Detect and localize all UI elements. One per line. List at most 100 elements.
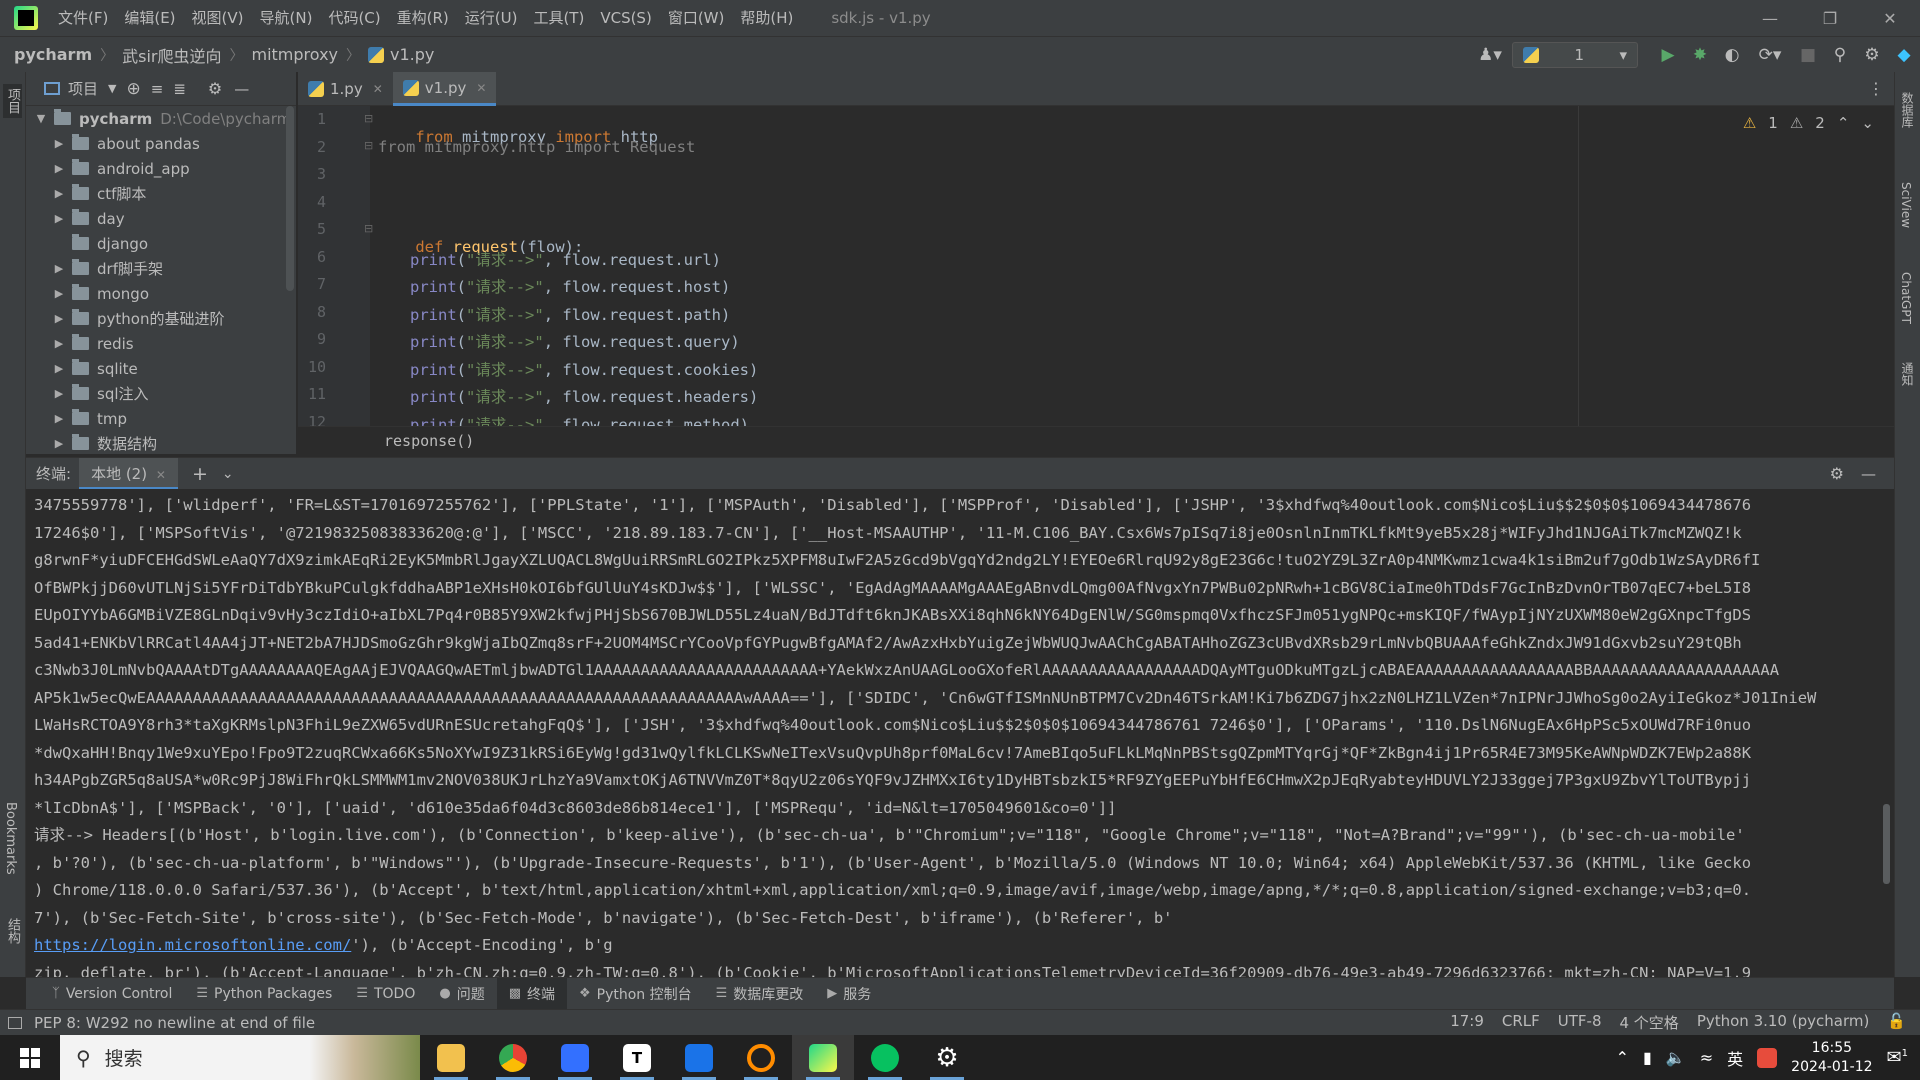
chevron-right-icon[interactable]: ▶ [52, 137, 66, 150]
structure-tool-button[interactable]: 结构 [3, 918, 22, 944]
start-button[interactable] [0, 1035, 60, 1080]
close-icon[interactable]: ✕ [156, 468, 166, 482]
menu-refactor[interactable]: 重构(R) [389, 0, 457, 36]
fold-icon[interactable]: ⊟ [364, 222, 373, 235]
tree-folder[interactable]: ▶ drf脚手架 [26, 256, 296, 281]
chevron-right-icon[interactable]: ▶ [52, 262, 66, 275]
search-icon[interactable]: ⚲ [1824, 37, 1856, 73]
services-button[interactable]: ▶ 服务 [815, 978, 883, 1010]
toolbox-icon[interactable]: ◆ [1888, 37, 1920, 73]
breadcrumb-file[interactable]: v1.py [390, 45, 434, 64]
tree-folder[interactable]: ▶ mongo [26, 281, 296, 306]
breadcrumb-subfolder[interactable]: mitmproxy [252, 45, 339, 64]
chevron-right-icon[interactable]: ▶ [52, 287, 66, 300]
tree-folder[interactable]: ▶ day [26, 206, 296, 231]
locate-icon[interactable]: ⊕ [126, 79, 140, 99]
chevron-up-icon[interactable]: ⌃ [1837, 114, 1850, 132]
bookmarks-tool-button[interactable]: Bookmarks [3, 802, 18, 875]
add-terminal-icon[interactable]: + [192, 463, 208, 485]
python-packages-button[interactable]: ☰ Python Packages [184, 978, 344, 1010]
terminal-output[interactable]: 3475559778'], ['wlidperf', 'FR=L&ST=1701… [26, 489, 1894, 977]
coverage-icon[interactable]: ◐ [1716, 37, 1748, 73]
chevron-up-icon[interactable]: ⌃ [1616, 1048, 1629, 1067]
menu-navigate[interactable]: 导航(N) [252, 0, 321, 36]
breadcrumb-function[interactable]: response() [384, 432, 474, 450]
chevron-right-icon[interactable]: ▶ [52, 212, 66, 225]
gear-icon[interactable]: ⚙ [1856, 37, 1888, 73]
taskbar-mail[interactable] [668, 1035, 730, 1080]
line-separator[interactable]: CRLF [1502, 1012, 1540, 1033]
gear-icon[interactable]: ⚙ [208, 79, 222, 98]
debug-icon[interactable]: ✸ [1684, 37, 1716, 73]
project-tool-button[interactable]: 项目 [3, 84, 22, 118]
taskbar-search[interactable]: ⚲ 搜索 [60, 1035, 420, 1080]
profile-icon[interactable]: ⟳▾ [1748, 37, 1792, 73]
breadcrumb-project[interactable]: pycharm [14, 45, 92, 64]
menu-vcs[interactable]: VCS(S) [592, 0, 659, 36]
restore-icon[interactable]: ❐ [1800, 0, 1860, 36]
chevron-right-icon[interactable]: ▶ [52, 337, 66, 350]
chevron-right-icon[interactable]: ▶ [52, 412, 66, 425]
wifi-icon[interactable]: ≈ [1700, 1048, 1713, 1067]
close-icon[interactable]: ✕ [1860, 0, 1920, 36]
volume-icon[interactable]: 🔈 [1666, 1048, 1686, 1067]
chevron-right-icon[interactable]: ▶ [52, 162, 66, 175]
chevron-down-icon[interactable]: ⌄ [1861, 114, 1874, 132]
terminal-scrollbar[interactable] [1880, 489, 1894, 977]
stop-icon[interactable]: ■ [1792, 37, 1824, 73]
notification-icon[interactable]: ✉1 [1887, 1047, 1908, 1068]
close-icon[interactable]: ✕ [373, 82, 383, 96]
chatgpt-tool-button[interactable]: ChatGPT [1899, 272, 1913, 324]
tree-folder[interactable]: ▶ about pandas [26, 131, 296, 156]
tree-folder[interactable]: ▶ python的基础进阶 [26, 306, 296, 331]
tree-folder[interactable]: ▶ tmp [26, 406, 296, 431]
more-vertical-icon[interactable]: ⋮ [1868, 79, 1884, 98]
run-config-select[interactable]: 1 ▾ [1512, 42, 1638, 68]
taskbar-file-explorer[interactable] [420, 1035, 482, 1080]
hide-panel-icon[interactable]: — [1861, 465, 1876, 483]
fold-icon[interactable]: ⊟ [364, 139, 373, 152]
tree-folder[interactable]: ▶ 数据结构 [26, 431, 296, 454]
version-control-button[interactable]: ᛉ Version Control [40, 978, 184, 1010]
indent-setting[interactable]: 4 个空格 [1620, 1012, 1679, 1033]
hide-panel-icon[interactable]: — [234, 80, 249, 98]
project-view-label[interactable]: 项目 [68, 78, 98, 99]
clock[interactable]: 16:55 2024-01-12 [1791, 1039, 1872, 1077]
taskbar-feishu[interactable] [544, 1035, 606, 1080]
tree-root[interactable]: ▼ pycharm D:\Code\pycharm [26, 106, 296, 131]
database-changes-button[interactable]: ☰ 数据库更改 [704, 978, 816, 1010]
tree-folder[interactable]: ▶ redis [26, 331, 296, 356]
python-console-button[interactable]: ❖ Python 控制台 [567, 978, 704, 1010]
menu-help[interactable]: 帮助(H) [732, 0, 801, 36]
inspection-widget[interactable]: ⚠ 1 ⚠ 2 ⌃ ⌄ [1743, 114, 1874, 132]
chevron-right-icon[interactable]: ▶ [52, 187, 66, 200]
notifications-tool-button[interactable]: 通知 [1899, 362, 1916, 386]
menu-view[interactable]: 视图(V) [184, 0, 252, 36]
breadcrumb-folder[interactable]: 武sir爬虫逆向 [122, 43, 221, 67]
taskbar-pycharm[interactable] [792, 1035, 854, 1080]
tab-v1-py[interactable]: v1.py ✕ [392, 72, 497, 106]
database-tool-button[interactable]: 数据库 [1899, 92, 1916, 128]
tree-scrollbar[interactable] [286, 106, 294, 291]
tree-folder[interactable]: ▶ sql注入 [26, 381, 296, 406]
tree-folder[interactable]: django [26, 231, 296, 256]
referer-link[interactable]: https://login.microsoftonline.com/ [34, 936, 351, 954]
menu-code[interactable]: 代码(C) [320, 0, 388, 36]
menu-tools[interactable]: 工具(T) [525, 0, 592, 36]
chevron-right-icon[interactable]: ▶ [52, 387, 66, 400]
taskbar-wechat[interactable] [854, 1035, 916, 1080]
caret-position[interactable]: 17:9 [1450, 1012, 1484, 1033]
battery-icon[interactable]: ▮ [1643, 1048, 1652, 1067]
terminal-tab-local[interactable]: 本地 (2) ✕ [79, 457, 178, 490]
file-encoding[interactable]: UTF-8 [1558, 1012, 1602, 1033]
minimize-icon[interactable]: — [1740, 0, 1800, 36]
tree-folder[interactable]: ▶ sqlite [26, 356, 296, 381]
tab-1-py[interactable]: 1.py ✕ [298, 72, 393, 106]
ime-indicator[interactable]: 英 [1727, 1046, 1743, 1070]
chevron-right-icon[interactable]: ▶ [52, 312, 66, 325]
user-icon[interactable]: ♟▾ [1468, 37, 1512, 73]
toggle-panels-icon[interactable] [8, 1016, 22, 1029]
menu-window[interactable]: 窗口(W) [660, 0, 733, 36]
taskbar-settings[interactable]: ⚙ [916, 1035, 978, 1080]
taskbar-chrome[interactable] [482, 1035, 544, 1080]
